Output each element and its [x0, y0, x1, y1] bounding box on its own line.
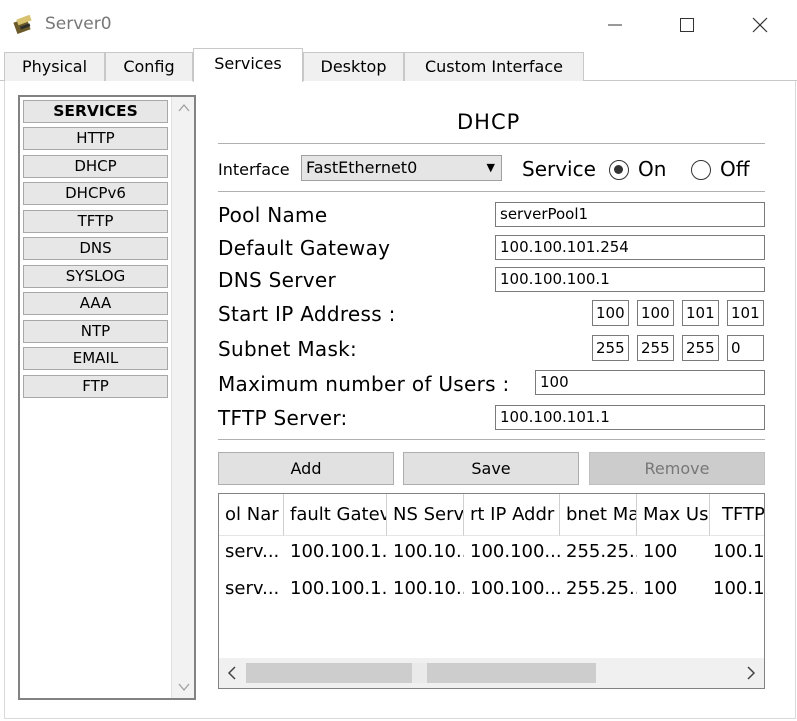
- pool-name-label: Pool Name: [218, 203, 328, 227]
- table-cell: 100.10: [713, 578, 765, 599]
- start-ip-label: Start IP Address :: [218, 302, 396, 326]
- table-cell: 100.100.1...: [290, 541, 387, 562]
- service-item-aaa[interactable]: AAA: [23, 292, 168, 315]
- services-header: SERVICES: [23, 100, 168, 123]
- interface-value: FastEthernet0: [306, 158, 418, 177]
- scroll-right-icon[interactable]: [738, 658, 764, 688]
- table-cell: 100.100....: [470, 541, 560, 562]
- column-header-subnet-mask[interactable]: bnet Ma: [560, 494, 637, 536]
- table-cell: 255.25...: [566, 541, 637, 562]
- window-title: Server0: [45, 14, 112, 34]
- start-ip-octet-3[interactable]: 101: [682, 300, 719, 326]
- table-cell: 100.100....: [470, 578, 560, 599]
- save-button[interactable]: Save: [403, 452, 579, 485]
- max-users-input[interactable]: 100: [535, 370, 765, 395]
- subnet-mask-label: Subnet Mask:: [218, 337, 358, 361]
- divider: [218, 191, 765, 192]
- dns-server-input[interactable]: 100.100.100.1: [495, 267, 765, 292]
- service-item-email[interactable]: EMAIL: [23, 347, 168, 370]
- scroll-left-icon[interactable]: [219, 658, 245, 688]
- service-item-http[interactable]: HTTP: [23, 127, 168, 150]
- tftp-server-input[interactable]: 100.100.101.1: [495, 405, 765, 430]
- tab-config[interactable]: Config: [105, 52, 193, 81]
- table-horizontal-scrollbar[interactable]: [219, 658, 764, 688]
- start-ip-octet-4[interactable]: 101: [727, 300, 764, 326]
- column-header-tftp-server[interactable]: TFTP: [710, 494, 764, 536]
- service-label: Service: [522, 157, 596, 181]
- table-cell: 255.25...: [566, 578, 637, 599]
- default-gateway-label: Default Gateway: [218, 236, 391, 260]
- default-gateway-input[interactable]: 100.100.101.254: [495, 235, 765, 260]
- server-app-icon: [13, 14, 32, 35]
- remove-button[interactable]: Remove: [589, 452, 765, 485]
- table-cell: serv...: [225, 541, 280, 562]
- divider: [218, 143, 765, 144]
- table-cell: 100.100.1...: [290, 578, 387, 599]
- service-item-syslog[interactable]: SYSLOG: [23, 265, 168, 288]
- service-item-tftp[interactable]: TFTP: [23, 210, 168, 233]
- service-on-radio[interactable]: [609, 160, 629, 180]
- dns-server-label: DNS Server: [218, 268, 336, 292]
- table-cell: 100.10...: [393, 578, 464, 599]
- subnet-mask-octet-2[interactable]: 255: [637, 335, 674, 361]
- tab-desktop[interactable]: Desktop: [303, 52, 404, 81]
- title-bar: Server0: [0, 0, 797, 48]
- max-users-label: Maximum number of Users :: [218, 372, 510, 396]
- dhcp-title: DHCP: [457, 110, 521, 134]
- scroll-down-icon[interactable]: [172, 676, 195, 698]
- table-cell: serv...: [225, 578, 280, 599]
- divider: [218, 439, 765, 440]
- service-off-label: Off: [720, 157, 750, 181]
- pool-name-input[interactable]: serverPool1: [495, 202, 765, 227]
- dhcp-pool-table: ol Nar fault Gatev NS Serv rt IP Addr bn…: [218, 493, 765, 689]
- service-item-ntp[interactable]: NTP: [23, 320, 168, 343]
- subnet-mask-octet-3[interactable]: 255: [682, 335, 719, 361]
- subnet-mask-octet-1[interactable]: 255: [592, 335, 629, 361]
- services-list: SERVICES HTTP DHCP DHCPv6 TFTP DNS SYSLO…: [18, 95, 196, 700]
- table-cell: 100.10...: [393, 541, 464, 562]
- service-item-dhcpv6[interactable]: DHCPv6: [23, 182, 168, 205]
- minimize-icon[interactable]: [600, 10, 630, 40]
- add-button[interactable]: Add: [218, 452, 394, 485]
- column-header-max-users[interactable]: Max Use: [637, 494, 710, 536]
- start-ip-octet-2[interactable]: 100: [637, 300, 674, 326]
- close-icon[interactable]: [745, 10, 775, 40]
- tftp-server-label: TFTP Server:: [218, 406, 348, 430]
- service-item-dns[interactable]: DNS: [23, 237, 168, 260]
- tab-services[interactable]: Services: [193, 48, 303, 82]
- table-cell: 100.10: [713, 541, 765, 562]
- start-ip-octet-1[interactable]: 100: [592, 300, 629, 326]
- subnet-mask-octet-4[interactable]: 0: [727, 335, 764, 361]
- table-cell: 100: [643, 578, 678, 599]
- column-header-dns-server[interactable]: NS Serv: [387, 494, 464, 536]
- scroll-up-icon[interactable]: [172, 97, 195, 119]
- column-header-start-ip[interactable]: rt IP Addr: [464, 494, 560, 536]
- services-scrollbar[interactable]: [171, 97, 194, 698]
- maximize-icon[interactable]: [672, 10, 702, 40]
- service-off-radio[interactable]: [691, 160, 711, 180]
- service-on-label: On: [638, 157, 667, 181]
- table-cell: 100: [643, 541, 678, 562]
- column-header-pool-name[interactable]: ol Nar: [219, 494, 284, 536]
- tab-custom-interface[interactable]: Custom Interface: [404, 52, 584, 81]
- tab-physical[interactable]: Physical: [4, 52, 105, 81]
- service-item-dhcp[interactable]: DHCP: [23, 155, 168, 178]
- scrollbar-grip: [412, 663, 427, 683]
- dropdown-arrow-icon: ▼: [486, 161, 495, 174]
- service-item-ftp[interactable]: FTP: [23, 375, 168, 398]
- interface-select[interactable]: FastEthernet0 ▼: [301, 155, 502, 181]
- column-header-default-gateway[interactable]: fault Gatev: [284, 494, 387, 536]
- interface-label: Interface: [218, 160, 290, 179]
